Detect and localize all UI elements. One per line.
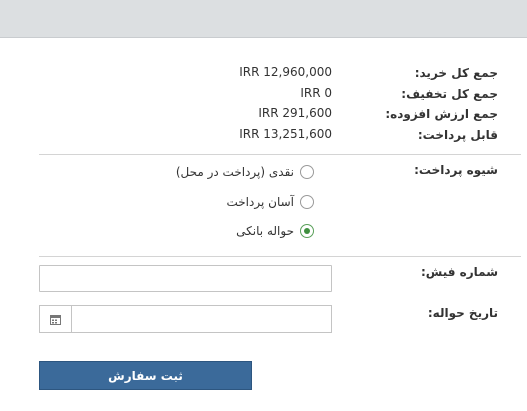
- total-purchase-label: جمع کل خرید:: [414, 66, 498, 80]
- radio-dot: [304, 228, 310, 234]
- total-discount-value: IRR 0: [300, 86, 332, 100]
- divider: [39, 154, 521, 155]
- payable-value: IRR 13,251,600: [239, 127, 332, 141]
- transfer-date-field: [39, 305, 332, 333]
- payment-option-easy-pay[interactable]: آسان پرداخت: [226, 195, 314, 209]
- payable-label: قابل پرداخت:: [417, 128, 498, 142]
- payment-option-label: نقدی (پرداخت در محل): [175, 165, 294, 179]
- payment-option-label: آسان پرداخت: [226, 195, 294, 209]
- calendar-icon[interactable]: [40, 306, 72, 332]
- radio-unchecked-icon[interactable]: [300, 195, 314, 209]
- payment-option-bank-transfer[interactable]: حواله بانکی: [236, 224, 314, 238]
- radio-unchecked-icon[interactable]: [300, 165, 314, 179]
- payment-option-label: حواله بانکی: [236, 224, 294, 238]
- submit-order-button[interactable]: ثبت سفارش: [39, 361, 252, 390]
- total-discount-label: جمع کل تخفیف:: [401, 87, 498, 101]
- receipt-number-input[interactable]: [39, 265, 332, 292]
- transfer-date-label: تاریخ حواله:: [427, 306, 498, 320]
- top-bar: [0, 0, 527, 38]
- total-purchase-value: IRR 12,960,000: [239, 65, 332, 79]
- divider: [39, 256, 521, 257]
- total-vat-label: جمع ارزش افزوده:: [385, 107, 498, 121]
- transfer-date-input[interactable]: [72, 306, 331, 332]
- payment-method-label: شیوه پرداخت:: [414, 163, 498, 177]
- receipt-number-label: شماره فیش:: [420, 265, 498, 279]
- radio-checked-icon[interactable]: [300, 224, 314, 238]
- payment-option-cash[interactable]: نقدی (پرداخت در محل): [176, 165, 314, 179]
- total-vat-value: IRR 291,600: [258, 106, 332, 120]
